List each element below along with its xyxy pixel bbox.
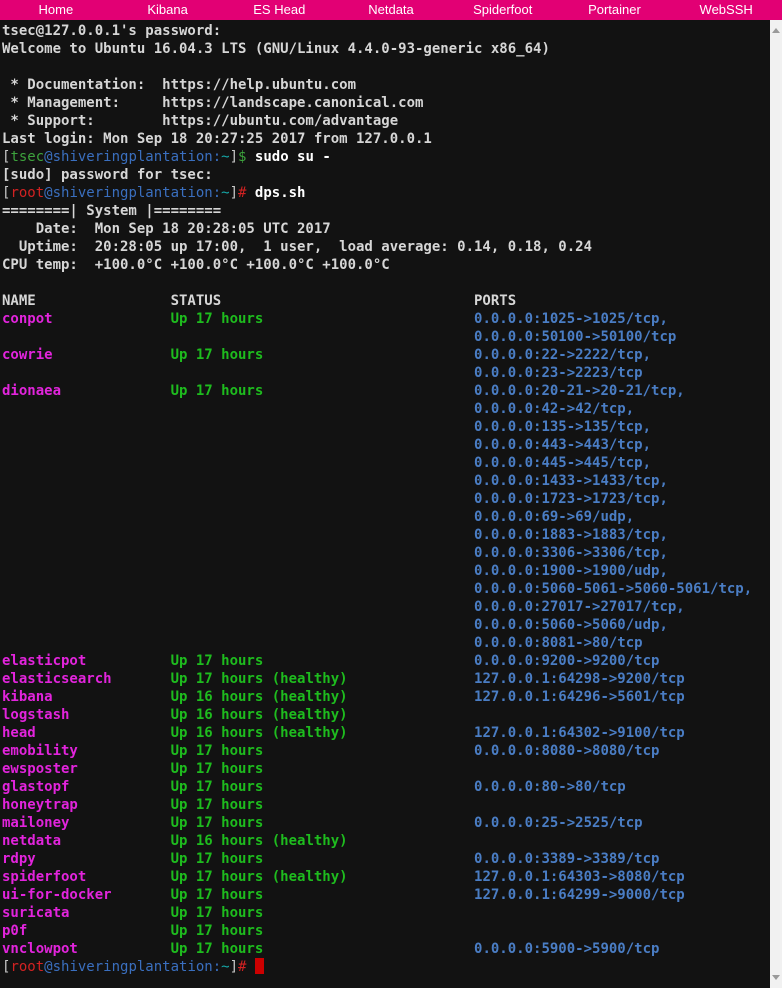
terminal-line: dionaea Up 17 hours 0.0.0.0:20-21->20-21… [2, 382, 770, 400]
nav-item-netdata[interactable]: Netdata [335, 0, 447, 20]
terminal-line: logstash Up 16 hours (healthy) [2, 706, 770, 724]
terminal-line: honeytrap Up 17 hours [2, 796, 770, 814]
terminal-line: rdpy Up 17 hours 0.0.0.0:3389->3389/tcp [2, 850, 770, 868]
terminal-line: elasticpot Up 17 hours 0.0.0.0:9200->920… [2, 652, 770, 670]
terminal[interactable]: tsec@127.0.0.1's password:Welcome to Ubu… [0, 20, 770, 988]
terminal-line: [sudo] password for tsec: [2, 166, 770, 184]
terminal-line: 0.0.0.0:50100->50100/tcp [2, 328, 770, 346]
terminal-line: ui-for-docker Up 17 hours 127.0.0.1:6429… [2, 886, 770, 904]
terminal-line: CPU temp: +100.0°C +100.0°C +100.0°C +10… [2, 256, 770, 274]
terminal-line: 0.0.0.0:5060-5061->5060-5061/tcp, [2, 580, 770, 598]
terminal-line: 0.0.0.0:1723->1723/tcp, [2, 490, 770, 508]
terminal-line: kibana Up 16 hours (healthy) 127.0.0.1:6… [2, 688, 770, 706]
terminal-line: [root@shiveringplantation:~]# dps.sh [2, 184, 770, 202]
terminal-line: vnclowpot Up 17 hours 0.0.0.0:5900->5900… [2, 940, 770, 958]
terminal-line: 0.0.0.0:445->445/tcp, [2, 454, 770, 472]
terminal-line: 0.0.0.0:8081->80/tcp [2, 634, 770, 652]
terminal-line: emobility Up 17 hours 0.0.0.0:8080->8080… [2, 742, 770, 760]
terminal-line: 0.0.0.0:1883->1883/tcp, [2, 526, 770, 544]
terminal-line: suricata Up 17 hours [2, 904, 770, 922]
terminal-line: * Management: https://landscape.canonica… [2, 94, 770, 112]
terminal-line: ========| System |======== [2, 202, 770, 220]
terminal-line: spiderfoot Up 17 hours (healthy) 127.0.0… [2, 868, 770, 886]
terminal-line: mailoney Up 17 hours 0.0.0.0:25->2525/tc… [2, 814, 770, 832]
navbar: HomeKibanaES HeadNetdataSpiderfootPortai… [0, 0, 782, 20]
terminal-line: tsec@127.0.0.1's password: [2, 22, 770, 40]
nav-item-spiderfoot[interactable]: Spiderfoot [447, 0, 559, 20]
terminal-line: [tsec@shiveringplantation:~]$ sudo su - [2, 148, 770, 166]
terminal-line: elasticsearch Up 17 hours (healthy) 127.… [2, 670, 770, 688]
terminal-line: NAME STATUS PORTS [2, 292, 770, 310]
terminal-line: cowrie Up 17 hours 0.0.0.0:22->2222/tcp, [2, 346, 770, 364]
terminal-line: p0f Up 17 hours [2, 922, 770, 940]
terminal-line [2, 58, 770, 76]
terminal-line: 0.0.0.0:5060->5060/udp, [2, 616, 770, 634]
terminal-line: 0.0.0.0:1433->1433/tcp, [2, 472, 770, 490]
terminal-line: 0.0.0.0:135->135/tcp, [2, 418, 770, 436]
terminal-line: 0.0.0.0:69->69/udp, [2, 508, 770, 526]
terminal-line: * Documentation: https://help.ubuntu.com [2, 76, 770, 94]
terminal-output: tsec@127.0.0.1's password:Welcome to Ubu… [2, 22, 770, 976]
terminal-line: 0.0.0.0:27017->27017/tcp, [2, 598, 770, 616]
terminal-line: conpot Up 17 hours 0.0.0.0:1025->1025/tc… [2, 310, 770, 328]
scroll-down-icon[interactable] [772, 975, 780, 980]
scrollbar[interactable] [770, 20, 782, 988]
nav-item-webssh[interactable]: WebSSH [670, 0, 782, 20]
terminal-line: netdata Up 16 hours (healthy) [2, 832, 770, 850]
terminal-line: Welcome to Ubuntu 16.04.3 LTS (GNU/Linux… [2, 40, 770, 58]
nav-item-kibana[interactable]: Kibana [112, 0, 224, 20]
nav-item-es-head[interactable]: ES Head [223, 0, 335, 20]
terminal-line: * Support: https://ubuntu.com/advantage [2, 112, 770, 130]
terminal-line: 0.0.0.0:1900->1900/udp, [2, 562, 770, 580]
terminal-line [2, 274, 770, 292]
scroll-up-icon[interactable] [772, 28, 780, 33]
terminal-line: Date: Mon Sep 18 20:28:05 UTC 2017 [2, 220, 770, 238]
terminal-cursor [255, 958, 264, 974]
terminal-line: 0.0.0.0:443->443/tcp, [2, 436, 770, 454]
terminal-line: 0.0.0.0:3306->3306/tcp, [2, 544, 770, 562]
nav-item-portainer[interactable]: Portainer [559, 0, 671, 20]
terminal-line: 0.0.0.0:42->42/tcp, [2, 400, 770, 418]
terminal-line: 0.0.0.0:23->2223/tcp [2, 364, 770, 382]
terminal-line: Uptime: 20:28:05 up 17:00, 1 user, load … [2, 238, 770, 256]
nav-item-home[interactable]: Home [0, 0, 112, 20]
terminal-line: ewsposter Up 17 hours [2, 760, 770, 778]
terminal-line: head Up 16 hours (healthy) 127.0.0.1:643… [2, 724, 770, 742]
terminal-line: glastopf Up 17 hours 0.0.0.0:80->80/tcp [2, 778, 770, 796]
terminal-line: Last login: Mon Sep 18 20:27:25 2017 fro… [2, 130, 770, 148]
terminal-line: [root@shiveringplantation:~]# [2, 958, 770, 976]
